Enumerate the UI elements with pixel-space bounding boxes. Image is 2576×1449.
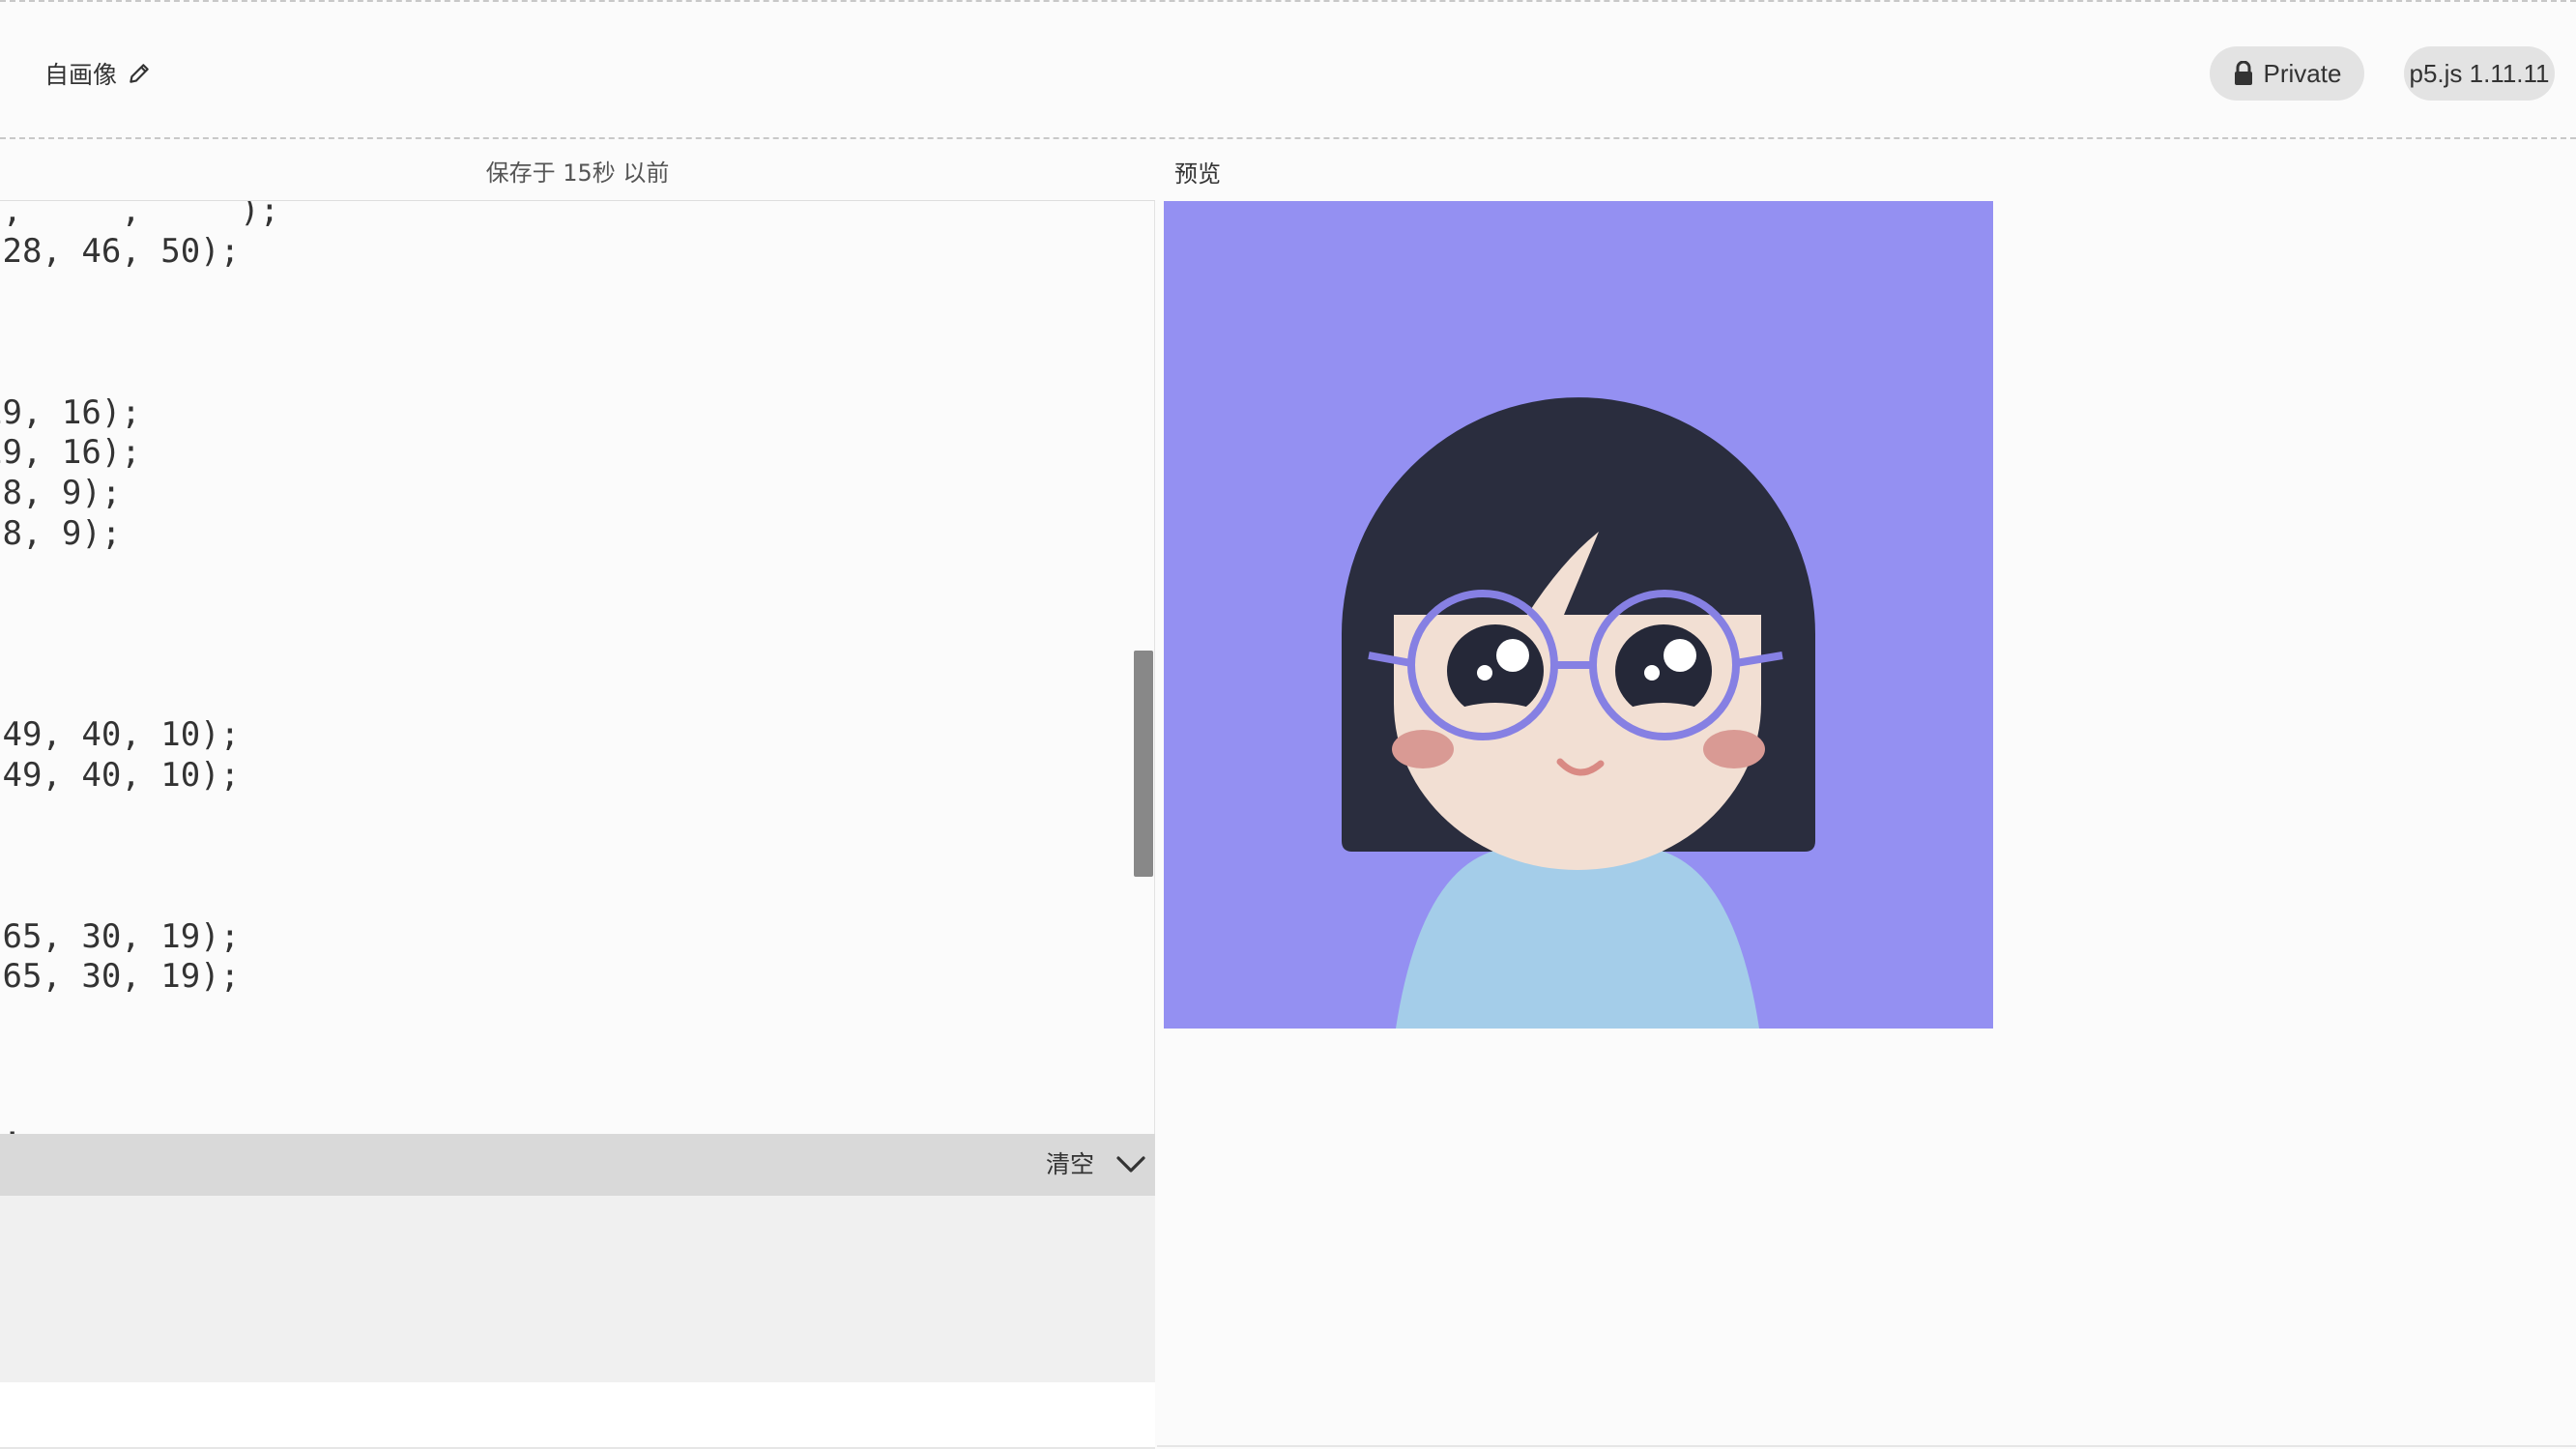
right-cheek: [1703, 730, 1765, 768]
code-line: 228, 46, 50);: [0, 231, 241, 271]
console-header: 清空: [0, 1134, 1155, 1196]
visibility-button[interactable]: Private: [2210, 46, 2364, 101]
pencil-icon: [130, 64, 149, 83]
console-output: [0, 1196, 1155, 1382]
version-button[interactable]: p5.js 1.11.11: [2404, 46, 2555, 101]
left-eye-highlight-small: [1477, 665, 1492, 681]
preview-title: 预览: [1174, 160, 1221, 188]
right-eye-highlight: [1664, 639, 1696, 672]
code-line: 19, 16);: [0, 392, 141, 432]
code-line: 249, 40, 10);: [0, 715, 241, 755]
lock-icon: [2234, 61, 2252, 85]
editor-bottom-strip: [0, 1382, 1155, 1449]
editor-header: 保存于 15秒 以前: [0, 141, 1155, 201]
chevron-down-icon[interactable]: [1114, 1147, 1148, 1182]
code-line: , , );: [0, 201, 280, 230]
project-name-label: 自画像: [44, 61, 118, 89]
top-bar: 自画像 Private p5.js 1.11.11: [0, 0, 2576, 139]
code-line: 28, 9);: [0, 513, 122, 553]
left-eye-highlight: [1496, 639, 1529, 672]
sketch-canvas[interactable]: [1164, 201, 1993, 1029]
code-line: );: [0, 1118, 22, 1134]
project-name-button[interactable]: 自画像: [44, 52, 152, 95]
preview-bottom-border: [1157, 1445, 2576, 1447]
visibility-label: Private: [2263, 58, 2342, 88]
code-line: 19, 16);: [0, 433, 141, 473]
code-line: 265, 30, 19);: [0, 957, 241, 997]
right-eye-highlight-small: [1644, 665, 1660, 681]
code-line: 28, 9);: [0, 473, 122, 512]
code-line: 265, 30, 19);: [0, 916, 241, 956]
code-editor[interactable]: , , );228, 46, 50);19, 16);19, 16);28, 9…: [0, 201, 1155, 1134]
left-cheek: [1392, 730, 1454, 768]
version-label: p5.js 1.11.11: [2409, 58, 2550, 88]
console-clear-button[interactable]: 清空: [1046, 1145, 1094, 1184]
editor-scrollbar[interactable]: [1134, 651, 1153, 877]
code-line: 249, 40, 10);: [0, 755, 241, 795]
saved-status: 保存于 15秒 以前: [485, 159, 670, 187]
